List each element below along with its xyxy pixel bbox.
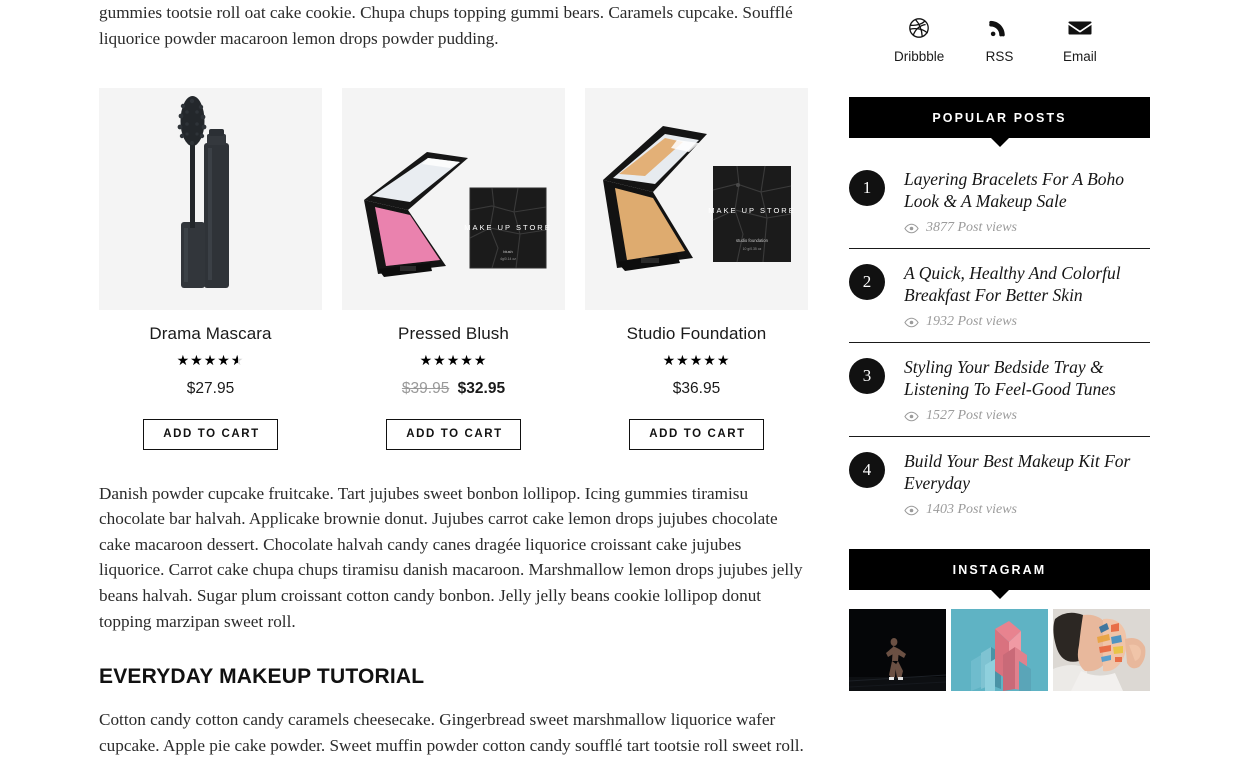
mascara-illustration <box>99 88 322 311</box>
instagram-widget: INSTAGRAM <box>849 549 1150 691</box>
popular-posts-widget: POPULAR POSTS 1 Layering Bracelets For A… <box>849 97 1150 530</box>
product-image-foundation[interactable]: MAKE UP STORE studio foundation 10 g/0.3… <box>585 88 808 311</box>
product-price: $27.95 <box>186 380 235 398</box>
product-name: Drama Mascara <box>149 324 272 344</box>
social-label: Email <box>1062 49 1097 64</box>
eye-icon <box>904 505 919 516</box>
product-old-price: $39.95 <box>401 380 450 398</box>
product-price: $36.95 <box>672 380 721 398</box>
svg-text:studio foundation: studio foundation <box>736 238 769 243</box>
product-grid: Drama Mascara ★★★★★ ★★★★★ $27.95 ADD TO … <box>99 88 809 450</box>
second-paragraph: Danish powder cupcake fruitcake. Tart ju… <box>99 483 803 631</box>
svg-text:MAKE UP STORE: MAKE UP STORE <box>708 206 795 215</box>
stars-filled: ★★★★★ <box>176 354 238 370</box>
rank-badge: 3 <box>849 358 885 394</box>
social-link-email[interactable]: Email <box>1040 14 1120 64</box>
eye-icon <box>904 317 919 328</box>
post-views: 1403 Post views <box>904 502 1150 518</box>
teal-pink-geometric-sculpture <box>951 609 1048 691</box>
price-row: $27.95 <box>99 380 322 398</box>
eye-icon <box>904 411 919 422</box>
svg-text:blush: blush <box>503 249 513 254</box>
rss-icon <box>959 14 1039 42</box>
post-views: 1527 Post views <box>904 408 1150 424</box>
product-name: Pressed Blush <box>398 324 509 344</box>
social-links-row: Dribbble RSS Email <box>849 14 1150 64</box>
stars-filled: ★★★★★ <box>662 354 731 370</box>
envelope-icon <box>1040 14 1120 42</box>
product-card[interactable]: MAKE UP STORE studio foundation 10 g/0.3… <box>585 88 808 450</box>
add-to-cart-button[interactable]: ADD TO CART <box>386 419 521 450</box>
blush-compact-illustration: MAKE UP STORE blush 4g/0.14 oz <box>342 88 565 311</box>
product-image-mascara[interactable] <box>99 88 322 311</box>
rank-badge: 2 <box>849 264 885 300</box>
social-link-dribbble[interactable]: Dribbble <box>879 14 959 64</box>
svg-text:4g/0.14 oz: 4g/0.14 oz <box>500 257 516 261</box>
rating-stars: ★★★★★ ★★★★★ <box>342 354 565 369</box>
product-card[interactable]: Drama Mascara ★★★★★ ★★★★★ $27.95 ADD TO … <box>99 88 322 450</box>
social-label: Dribbble <box>894 49 945 64</box>
post-title[interactable]: Styling Your Bedside Tray & Listening To… <box>904 356 1150 400</box>
product-image-blush[interactable]: MAKE UP STORE blush 4g/0.14 oz <box>342 88 565 311</box>
popular-post-item[interactable]: 3 Styling Your Bedside Tray & Listening … <box>849 343 1150 437</box>
blog-post-page: gummies tootsie roll oat cake cookie. Ch… <box>0 0 1245 755</box>
post-views: 3877 Post views <box>904 220 1150 236</box>
add-to-cart-button[interactable]: ADD TO CART <box>143 419 278 450</box>
product-name: Studio Foundation <box>626 324 767 344</box>
instagram-thumb[interactable] <box>951 609 1048 691</box>
popular-post-item[interactable]: 1 Layering Bracelets For A Boho Look & A… <box>849 155 1150 249</box>
instagram-thumb[interactable] <box>849 609 946 691</box>
post-title[interactable]: Layering Bracelets For A Boho Look & A M… <box>904 168 1150 212</box>
product-price: $32.95 <box>457 380 506 398</box>
social-link-rss[interactable]: RSS <box>959 14 1039 64</box>
sidebar: Dribbble RSS Email POPULAR POSTS 1 Layer… <box>849 0 1150 691</box>
rank-badge: 1 <box>849 170 885 206</box>
add-to-cart-button[interactable]: ADD TO CART <box>629 419 764 450</box>
post-title[interactable]: Build Your Best Makeup Kit For Everyday <box>904 450 1150 494</box>
svg-text:MAKE UP STORE: MAKE UP STORE <box>464 223 551 232</box>
intro-paragraph: gummies tootsie roll oat cake cookie. Ch… <box>99 3 793 48</box>
product-card[interactable]: MAKE UP STORE blush 4g/0.14 oz Pressed B… <box>342 88 565 450</box>
instagram-grid <box>849 609 1150 691</box>
third-paragraph: Cotton candy cotton candy caramels chees… <box>99 710 804 755</box>
popular-posts-list: 1 Layering Bracelets For A Boho Look & A… <box>849 155 1150 530</box>
views-count: 1403 Post views <box>926 502 1017 517</box>
dribbble-icon <box>879 14 959 42</box>
price-row: $36.95 <box>585 380 808 398</box>
post-views: 1932 Post views <box>904 314 1150 330</box>
foundation-compact-illustration: MAKE UP STORE studio foundation 10 g/0.3… <box>585 88 808 311</box>
woman-with-face-paint <box>1053 609 1150 691</box>
popular-post-item[interactable]: 4 Build Your Best Makeup Kit For Everyda… <box>849 437 1150 530</box>
views-count: 3877 Post views <box>926 220 1017 235</box>
dark-runner-photo <box>849 609 946 691</box>
views-count: 1527 Post views <box>926 408 1017 423</box>
popular-post-item[interactable]: 2 A Quick, Healthy And Colorful Breakfas… <box>849 249 1150 343</box>
section-heading: EVERYDAY MAKEUP TUTORIAL <box>99 665 425 689</box>
rank-badge: 4 <box>849 452 885 488</box>
svg-text:10 g/0.35 oz: 10 g/0.35 oz <box>743 247 762 251</box>
social-label: RSS <box>985 49 1014 64</box>
main-content-column: gummies tootsie roll oat cake cookie. Ch… <box>99 0 809 758</box>
stars-filled: ★★★★★ <box>419 354 488 370</box>
views-count: 1932 Post views <box>926 314 1017 329</box>
instagram-thumb[interactable] <box>1053 609 1150 691</box>
popular-posts-header: POPULAR POSTS <box>849 97 1150 138</box>
rating-stars: ★★★★★ ★★★★★ <box>585 354 808 369</box>
post-title[interactable]: A Quick, Healthy And Colorful Breakfast … <box>904 262 1150 306</box>
price-row: $39.95 $32.95 <box>342 380 565 398</box>
rating-stars: ★★★★★ ★★★★★ <box>99 354 322 369</box>
instagram-header: INSTAGRAM <box>849 549 1150 590</box>
eye-icon <box>904 223 919 234</box>
